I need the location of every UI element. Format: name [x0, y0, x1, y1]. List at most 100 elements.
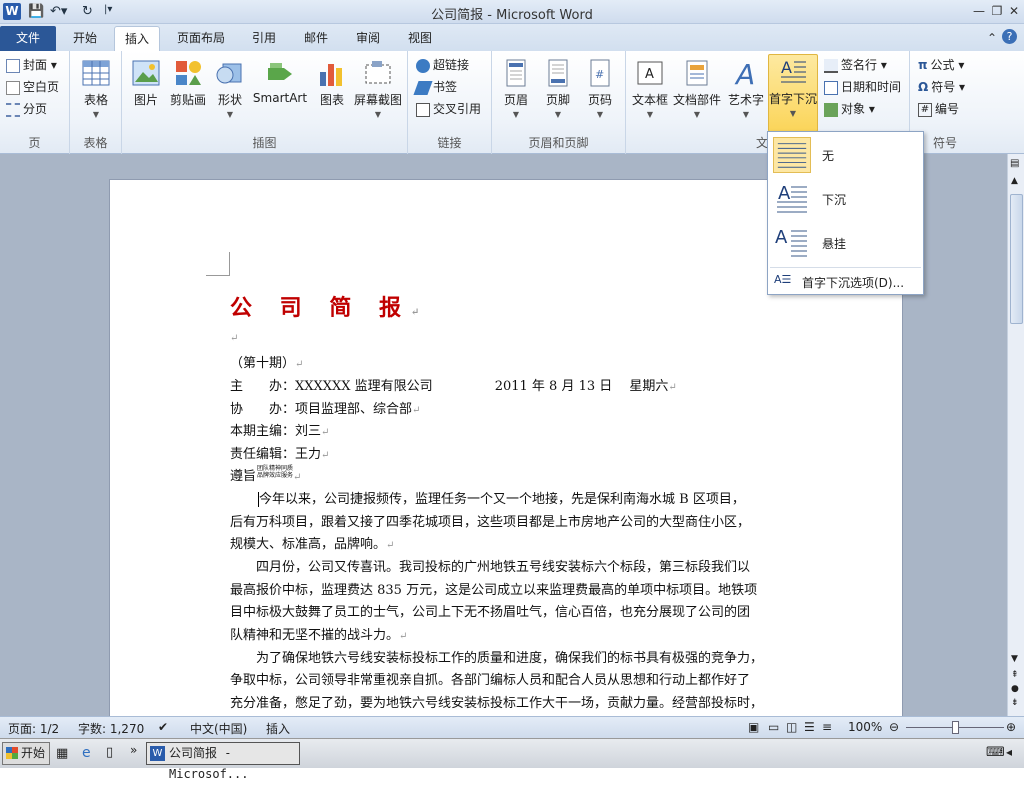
tab-page-layout[interactable]: 页面布局: [166, 26, 236, 51]
drop-cap-margin-option[interactable]: A 悬挂: [770, 222, 922, 264]
drop-cap-button[interactable]: A 首字下沉 ▼: [768, 54, 818, 132]
paragraph-line[interactable]: 后有万科项目，跟着又接了四季花城项目，这些项目都是上市房地产公司的大型商住小区，: [230, 511, 750, 530]
scroll-thumb[interactable]: [1010, 194, 1023, 324]
zoom-level[interactable]: 100%: [848, 720, 882, 734]
tab-mailings[interactable]: 邮件: [292, 26, 340, 51]
next-page-icon[interactable]: ⇟: [1011, 698, 1019, 708]
page-number-button[interactable]: # 页码 ▼: [578, 56, 622, 122]
tab-view[interactable]: 视图: [396, 26, 444, 51]
browse-object-icon[interactable]: ●: [1011, 684, 1019, 694]
screenshot-button[interactable]: 屏幕截图 ▼: [350, 56, 406, 122]
drop-cap-dropped-icon: A: [777, 183, 807, 213]
tab-file[interactable]: 文件: [0, 26, 56, 51]
host-line[interactable]: 主 办：XXXXXX 监理有限公司 2011 年 8 月 13 日 星期六↵: [230, 375, 677, 394]
minimize-icon[interactable]: —: [970, 2, 988, 20]
minimize-ribbon-icon[interactable]: ⌃: [983, 29, 1001, 47]
close-icon[interactable]: ✕: [1005, 2, 1023, 20]
insert-mode-status[interactable]: 插入: [266, 720, 290, 737]
show-desktop-icon[interactable]: ▦: [56, 746, 68, 761]
smartart-icon: [268, 63, 292, 80]
quicklaunch-icon[interactable]: ▯: [106, 745, 113, 760]
symbol-button[interactable]: Ω 符号 ▾: [918, 77, 965, 97]
wordart-button[interactable]: A 艺术字 ▼: [724, 56, 768, 122]
editor-line[interactable]: 本期主编：刘三↵: [230, 420, 329, 439]
restore-icon[interactable]: ❐: [988, 2, 1006, 20]
help-icon[interactable]: ?: [1002, 29, 1017, 44]
table-button[interactable]: 表格 ▼: [74, 56, 118, 122]
tab-references[interactable]: 引用: [240, 26, 288, 51]
smartart-button[interactable]: SmartArt: [252, 56, 308, 122]
keyboard-tray-icon[interactable]: ⌨: [986, 745, 1005, 760]
object-button[interactable]: 对象 ▾: [824, 99, 875, 119]
issue-line[interactable]: （第十期）↵: [230, 352, 303, 371]
quick-parts-button[interactable]: 文档部件 ▼: [672, 56, 722, 122]
footer-button[interactable]: 页脚 ▼: [536, 56, 580, 122]
paragraph-line[interactable]: 最高报价中标，监理费达 835 万元，这是公司成立以来监理费最高的单项中标项目。…: [230, 579, 757, 598]
wordart-icon: A: [734, 58, 755, 88]
cover-page-button[interactable]: 封面 ▾: [6, 55, 57, 75]
language-status[interactable]: 中文(中国): [190, 720, 247, 737]
textbox-button[interactable]: A 文本框 ▼: [628, 56, 672, 122]
motto-line[interactable]: 遵旨团队精神同质 品牌效应服务↵: [230, 465, 301, 484]
document-title[interactable]: 公 司 简 报↵: [230, 290, 429, 322]
paragraph-line[interactable]: 为了确保地铁六号线安装标投标工作的质量和进度，确保我们的标书具有极强的竞争力，: [230, 647, 763, 666]
drop-cap-options-item[interactable]: A☰ 首字下沉选项(D)...: [770, 270, 922, 292]
bookmark-button[interactable]: 书签: [413, 77, 457, 97]
page-break-button[interactable]: 分页: [6, 99, 47, 119]
paragraph-line[interactable]: 规模大、标准高，品牌响。↵: [230, 533, 394, 552]
equation-button[interactable]: π 公式 ▾: [918, 55, 964, 75]
ruler-toggle-icon[interactable]: ▤: [1010, 158, 1019, 169]
spelling-check-icon[interactable]: ✔: [158, 720, 168, 734]
web-layout-view-icon[interactable]: ◫: [786, 720, 797, 734]
chart-button[interactable]: 图表: [310, 56, 354, 122]
word-count-status[interactable]: 字数: 1,270: [78, 720, 144, 737]
header-button[interactable]: 页眉 ▼: [494, 56, 538, 122]
zoom-in-icon[interactable]: ⊕: [1006, 720, 1016, 734]
clipart-button[interactable]: 剪贴画: [166, 56, 210, 122]
paragraph-line[interactable]: 今年以来，公司捷报频传，监理任务一个又一个地接，先是保利南海水城 B 区项目，: [258, 488, 745, 507]
responsible-editor-line[interactable]: 责任编辑：王力↵: [230, 443, 329, 462]
group-label-links: 链接: [437, 136, 462, 150]
paragraph-line[interactable]: 队精神和无坚不摧的战斗力。↵: [230, 624, 407, 643]
full-screen-view-icon[interactable]: ▭: [768, 720, 779, 734]
outline-view-icon[interactable]: ☰: [804, 720, 815, 734]
tray-expand-icon[interactable]: ◂: [1006, 745, 1012, 759]
hyperlink-button[interactable]: 超链接: [416, 55, 469, 75]
zoom-slider-thumb[interactable]: [952, 721, 959, 734]
vertical-scrollbar[interactable]: ▤ ▲ ▼ ⇞ ● ⇟: [1007, 154, 1024, 716]
drop-cap-dropped-option[interactable]: A 下沉: [770, 178, 922, 220]
date-time-button[interactable]: 日期和时间: [824, 77, 901, 97]
tab-insert[interactable]: 插入: [114, 26, 160, 51]
empty-line[interactable]: ↵: [230, 330, 238, 345]
signature-line-button[interactable]: 签名行 ▾: [824, 55, 887, 75]
scroll-up-icon[interactable]: ▲: [1011, 176, 1018, 186]
print-layout-view-icon[interactable]: ▣: [748, 720, 759, 734]
svg-text:A: A: [645, 67, 654, 82]
shapes-button[interactable]: 形状 ▼: [208, 56, 252, 122]
more-quicklaunch-icon[interactable]: »: [130, 743, 137, 757]
ie-icon[interactable]: e: [82, 745, 91, 761]
draft-view-icon[interactable]: ≡: [822, 720, 832, 734]
paragraph-line[interactable]: 充分准备，憋足了劲，要为地铁六号线安装标投标工作大干一场，贡献力量。经营部投标时…: [230, 692, 763, 711]
svg-text:A: A: [775, 227, 788, 248]
paragraph-line[interactable]: 争取中标，公司领导非常重视亲自抓。各部门编标人员和配合人员从思想和行动上都作好了: [230, 669, 750, 688]
zoom-out-icon[interactable]: ⊖: [889, 720, 899, 734]
tab-review[interactable]: 审阅: [344, 26, 392, 51]
group-label-header-footer: 页眉和页脚: [528, 136, 589, 150]
page-count-status[interactable]: 页面: 1/2: [8, 720, 59, 737]
paragraph-line[interactable]: 目中标极大鼓舞了员工的士气，公司上下无不扬眉吐气，信心百倍，也充分展现了公司的团: [230, 601, 750, 620]
header-icon: [506, 59, 526, 87]
start-button[interactable]: 开始: [2, 742, 50, 765]
textbox-icon: A: [637, 61, 663, 85]
tab-home[interactable]: 开始: [60, 26, 110, 51]
taskbar-word-window[interactable]: W 公司简报 - Microsof...: [146, 742, 300, 781]
number-button[interactable]: # 编号: [918, 99, 959, 119]
drop-cap-none-option[interactable]: 无: [770, 134, 922, 176]
cohost-line[interactable]: 协 办：项目监理部、综合部↵: [230, 398, 420, 417]
previous-page-icon[interactable]: ⇞: [1011, 670, 1019, 680]
scroll-down-icon[interactable]: ▼: [1011, 654, 1018, 664]
picture-button[interactable]: 图片: [124, 56, 168, 122]
paragraph-line[interactable]: 四月份，公司又传喜讯。我司投标的广州地铁五号线安装标六个标段，第三标段我们以: [230, 556, 750, 575]
cross-reference-button[interactable]: 交叉引用: [416, 99, 481, 119]
blank-page-button[interactable]: 空白页: [6, 77, 59, 97]
